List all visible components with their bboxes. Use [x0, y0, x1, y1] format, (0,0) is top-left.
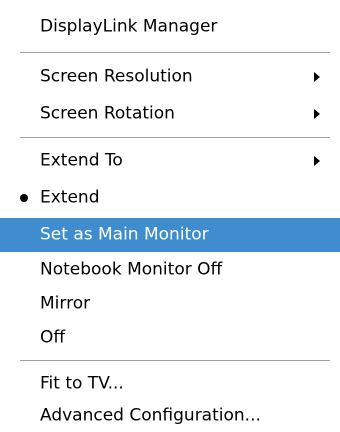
menu-item-label: Off: [40, 327, 66, 348]
menu-item-screen-resolution[interactable]: Screen Resolution: [0, 61, 340, 93]
menu-item-label: Extend: [40, 187, 100, 208]
menu-item-screen-rotation[interactable]: Screen Rotation: [0, 98, 340, 130]
menu-item-label: Mirror: [40, 293, 91, 314]
bullet-icon: [20, 194, 28, 202]
menu-item-label: Set as Main Monitor: [40, 224, 209, 245]
menu-item-advanced-configuration[interactable]: Advanced Configuration...: [0, 400, 340, 432]
menu-item-extend-to[interactable]: Extend To: [0, 145, 340, 177]
displaylink-context-menu: DisplayLink Manager Screen Resolution Sc…: [0, 0, 340, 432]
menu-item-label: Notebook Monitor Off: [40, 259, 223, 280]
menu-item-mirror[interactable]: Mirror: [0, 288, 340, 320]
menu-item-label: Extend To: [40, 150, 123, 171]
menu-separator: [20, 52, 330, 54]
menu-item-label: Screen Resolution: [40, 66, 193, 87]
submenu-arrow-icon: [314, 156, 320, 166]
menu-item-fit-to-tv[interactable]: Fit to TV...: [0, 368, 340, 400]
menu-item-label: DisplayLink Manager: [40, 16, 218, 37]
submenu-arrow-icon: [314, 72, 320, 82]
menu-item-off[interactable]: Off: [0, 322, 340, 354]
submenu-arrow-icon: [314, 109, 320, 119]
menu-item-set-as-main-monitor[interactable]: Set as Main Monitor: [0, 218, 340, 252]
menu-item-extend[interactable]: Extend: [0, 182, 340, 214]
menu-separator: [20, 360, 330, 362]
menu-item-displaylink-manager[interactable]: DisplayLink Manager: [0, 11, 340, 43]
menu-separator: [20, 137, 330, 139]
menu-item-label: Advanced Configuration...: [40, 405, 261, 426]
menu-item-label: Screen Rotation: [40, 103, 175, 124]
menu-item-label: Fit to TV...: [40, 373, 124, 394]
menu-item-notebook-monitor-off[interactable]: Notebook Monitor Off: [0, 254, 340, 286]
